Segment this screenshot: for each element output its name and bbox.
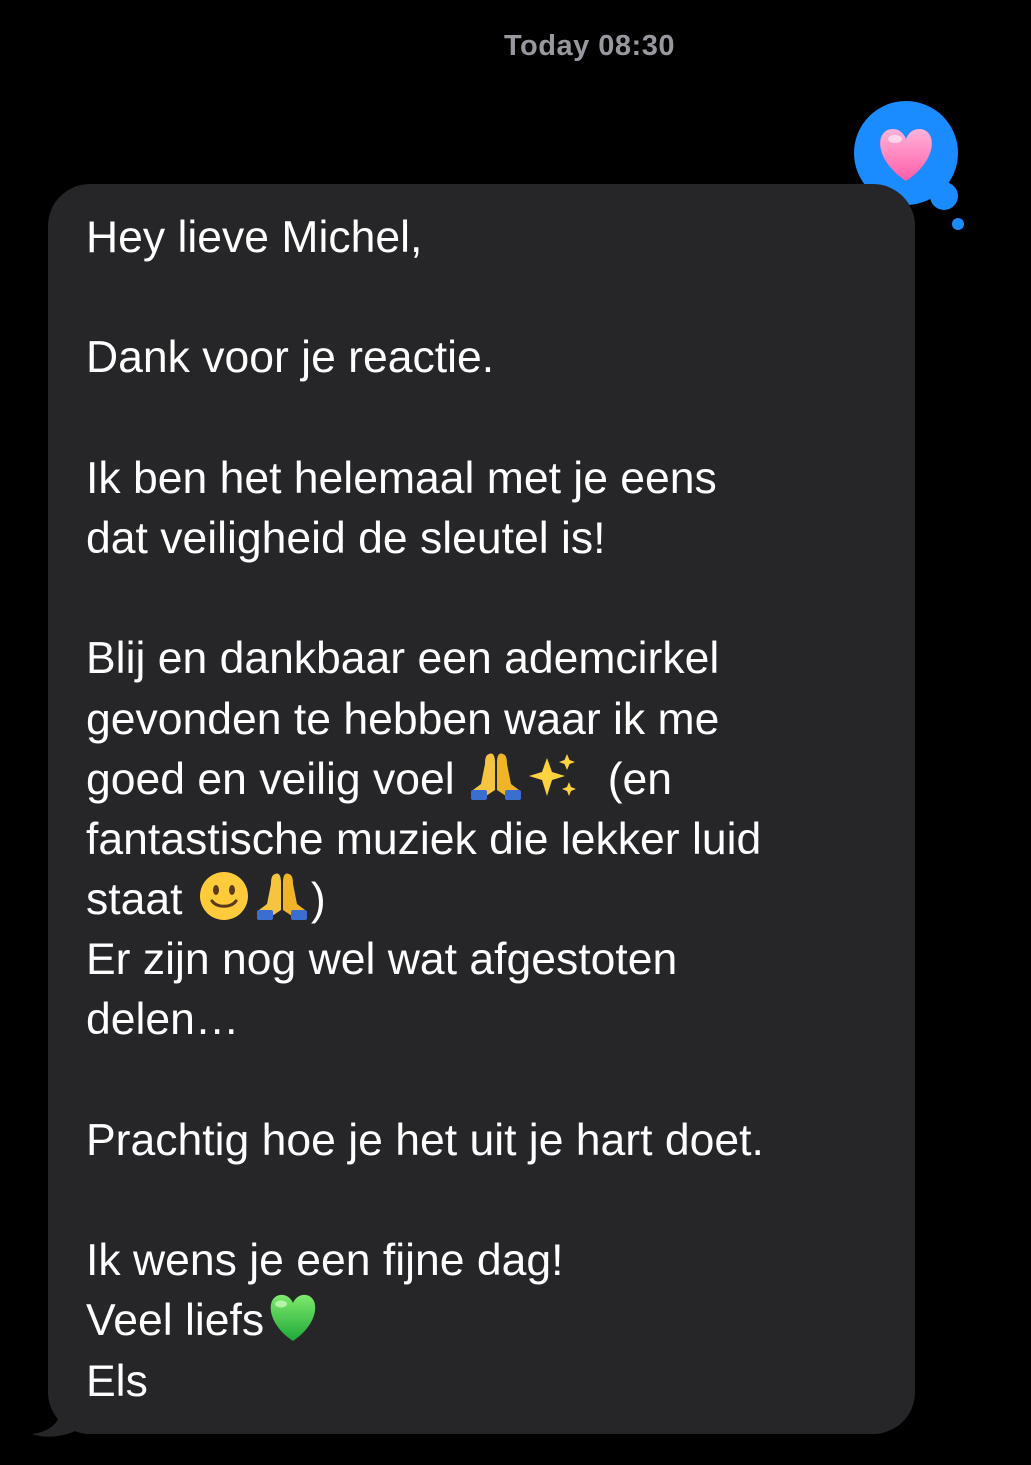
message-text: Hey lieve Michel, Dank voor je reactie. … [86, 208, 901, 1412]
folded-hands-icon [467, 750, 525, 802]
message-line: Dank voor je reactie. [86, 333, 495, 383]
message-line [86, 569, 901, 629]
message-line-emoji: staat ) [86, 870, 901, 930]
folded-hands-icon [253, 870, 311, 922]
message-line-emoji: Veel liefs [86, 1291, 901, 1351]
message-line: Prachtig hoe je het uit je hart doet. [86, 1115, 764, 1165]
sparkles-icon [525, 750, 583, 802]
message-line [86, 1171, 901, 1231]
message-line: Ik wens je een fijne dag! [86, 1236, 564, 1286]
slightly-smiling-face-icon [195, 870, 253, 922]
message-timestamp: Today 08:30 [504, 30, 675, 62]
message-line: Blij en dankbaar een ademcirkel [86, 634, 720, 684]
green-heart-icon [264, 1291, 322, 1343]
message-line: Veel liefs [86, 1296, 265, 1346]
message-line: ) [310, 875, 326, 925]
message-line: Ik ben het helemaal met je eens [86, 453, 717, 503]
message-line: gevonden te hebben waar ik me [86, 694, 720, 744]
message-line [86, 1051, 901, 1111]
message-line: Er zijn nog wel wat afgestoten [86, 935, 678, 985]
message-line: Els [86, 1356, 148, 1406]
message-line: (en [607, 754, 673, 804]
message-line: staat [86, 875, 183, 925]
message-line: Hey lieve Michel, [86, 213, 423, 262]
message-line: fantastische muziek die lekker luid [86, 814, 762, 864]
message-line [86, 389, 901, 449]
bubble-tail [32, 1400, 88, 1437]
message-line-emoji: goed en veilig voel (en [86, 750, 901, 810]
message-line: dat veiligheid de sleutel is! [86, 513, 606, 563]
message-line: delen… [86, 995, 240, 1045]
message-line: goed en veilig voel [86, 754, 455, 804]
message-line [86, 268, 901, 328]
